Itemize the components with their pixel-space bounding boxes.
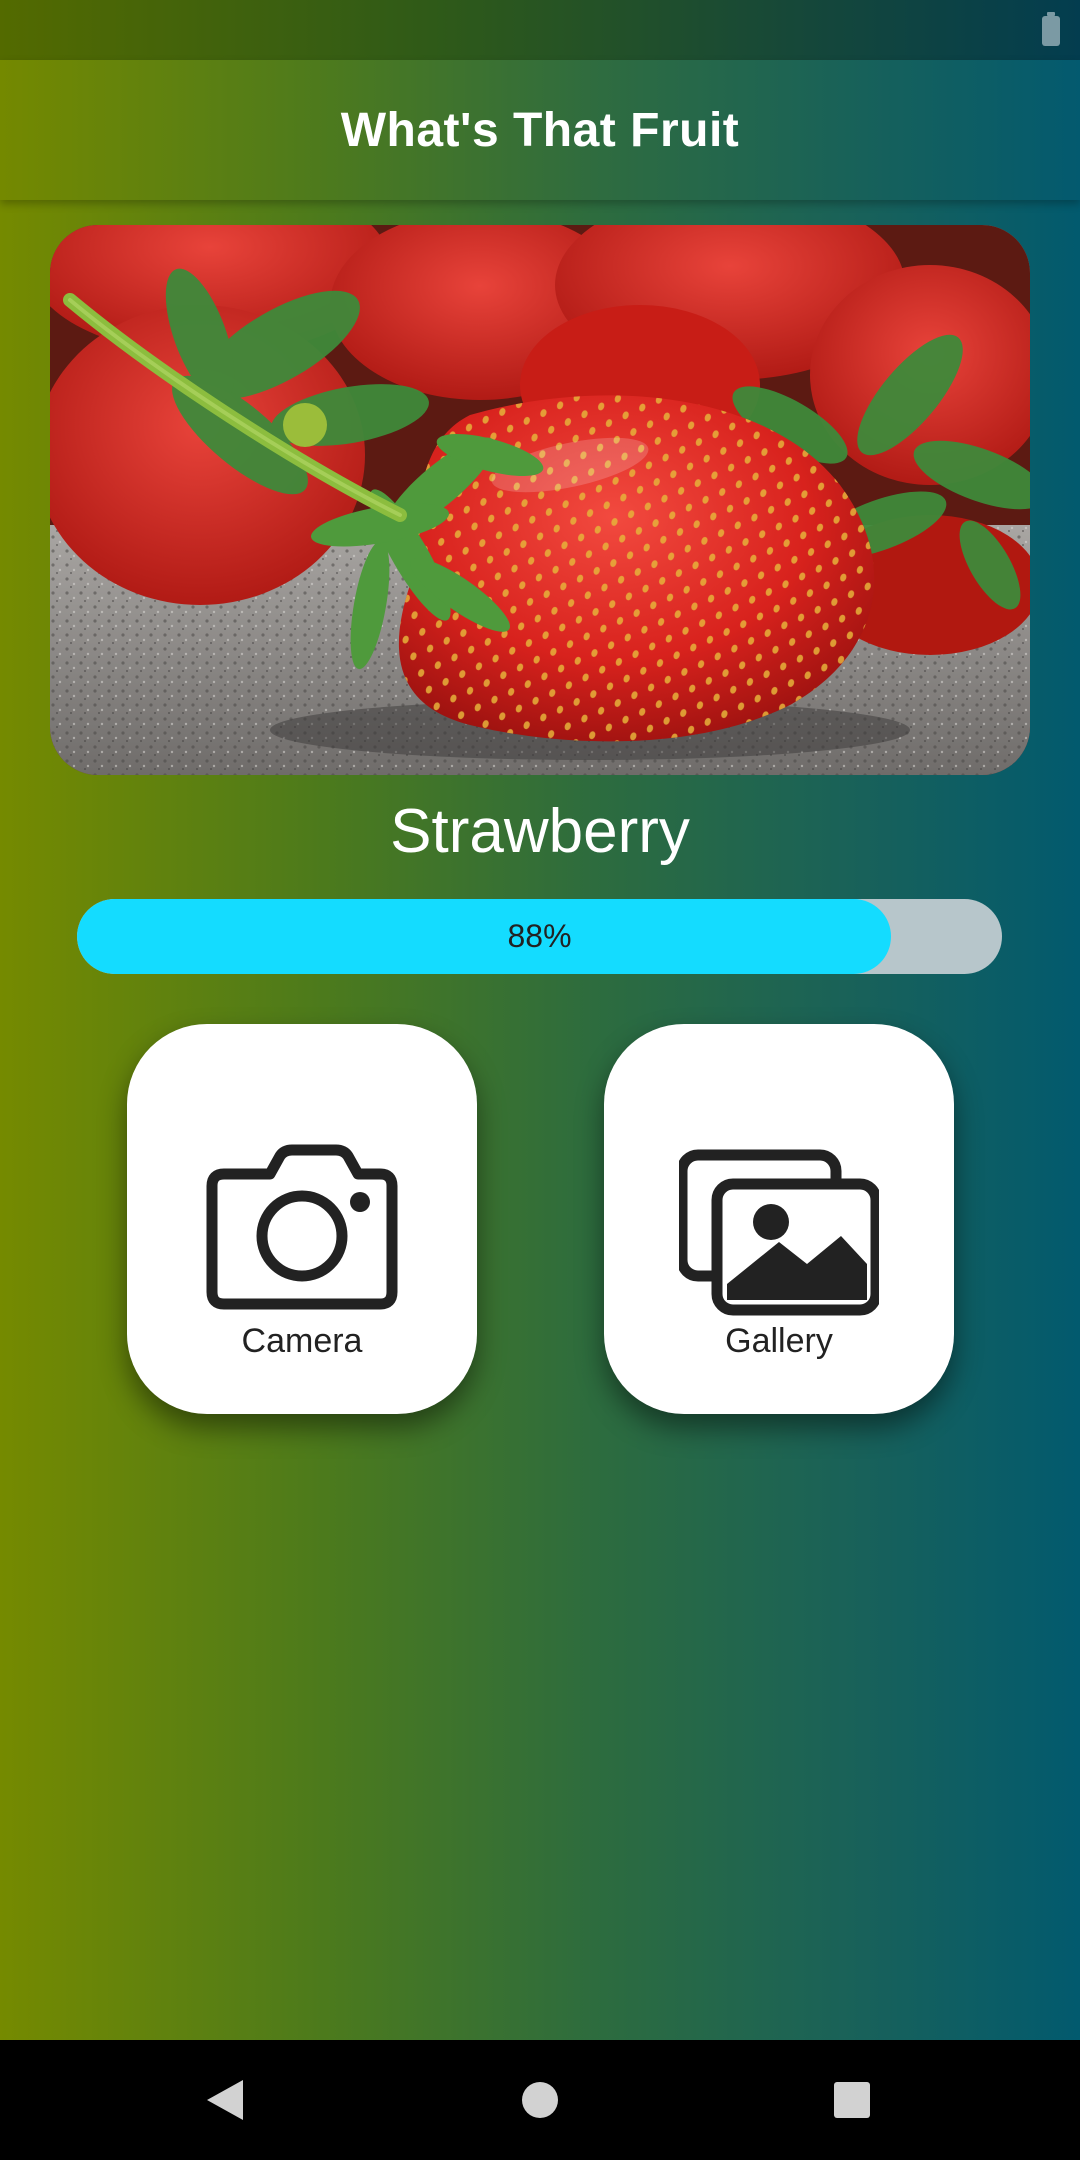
camera-button-label: Camera [241, 1322, 363, 1360]
strawberry-image [50, 225, 1030, 775]
app-title: What's That Fruit [340, 103, 740, 157]
gallery-icon [679, 1149, 879, 1316]
camera-icon [206, 1144, 398, 1310]
app-bar: What's That Fruit [0, 60, 1080, 200]
app-screen: What's That Fruit Strawberry 88% Camera … [0, 0, 1080, 2160]
confidence-label: 88% [507, 918, 572, 954]
status-bar [0, 0, 1080, 60]
fruit-photo [50, 225, 1030, 775]
fruit-name: Strawberry [390, 797, 690, 866]
battery-icon [1042, 12, 1060, 46]
confidence-bar: 88% [77, 899, 1002, 974]
gallery-button-label: Gallery [725, 1322, 833, 1360]
home-icon [522, 2082, 558, 2118]
navigation-bar [0, 2040, 1080, 2160]
back-icon [207, 2080, 243, 2120]
recents-button[interactable] [792, 2040, 912, 2160]
recents-icon [834, 2082, 870, 2118]
camera-button[interactable]: Camera [127, 1024, 477, 1414]
back-button[interactable] [165, 2040, 285, 2160]
home-button[interactable] [480, 2040, 600, 2160]
gallery-button[interactable]: Gallery [604, 1024, 954, 1414]
